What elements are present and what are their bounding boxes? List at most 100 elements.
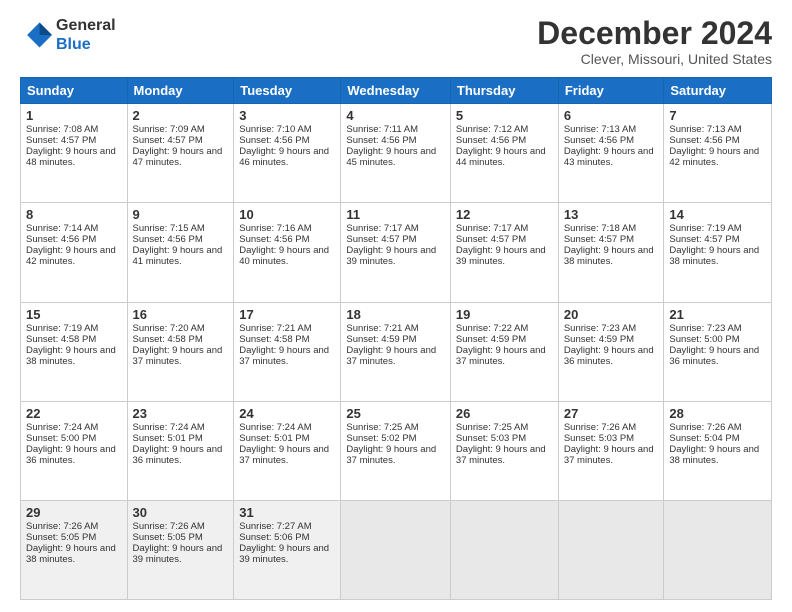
sunset-text: Sunset: 5:00 PM xyxy=(26,433,96,444)
week-row-3: 15Sunrise: 7:19 AMSunset: 4:58 PMDayligh… xyxy=(21,302,772,401)
daylight-text: Daylight: 9 hours and 39 minutes. xyxy=(456,245,546,267)
day-cell: 28Sunrise: 7:26 AMSunset: 5:04 PMDayligh… xyxy=(664,401,772,500)
day-number: 8 xyxy=(26,207,122,222)
day-cell: 13Sunrise: 7:18 AMSunset: 4:57 PMDayligh… xyxy=(558,203,664,302)
weekday-header-row: SundayMondayTuesdayWednesdayThursdayFrid… xyxy=(21,78,772,104)
sunrise-text: Sunrise: 7:24 AM xyxy=(133,422,205,433)
daylight-text: Daylight: 9 hours and 37 minutes. xyxy=(239,444,329,466)
daylight-text: Daylight: 9 hours and 37 minutes. xyxy=(564,444,654,466)
day-number: 4 xyxy=(346,108,445,123)
sunset-text: Sunset: 4:57 PM xyxy=(564,234,634,245)
daylight-text: Daylight: 9 hours and 43 minutes. xyxy=(564,146,654,168)
sunrise-text: Sunrise: 7:24 AM xyxy=(26,422,98,433)
sunrise-text: Sunrise: 7:23 AM xyxy=(669,323,741,334)
day-number: 10 xyxy=(239,207,335,222)
day-number: 25 xyxy=(346,406,445,421)
day-number: 15 xyxy=(26,307,122,322)
sunrise-text: Sunrise: 7:12 AM xyxy=(456,124,528,135)
sunset-text: Sunset: 4:59 PM xyxy=(346,334,416,345)
sunset-text: Sunset: 4:56 PM xyxy=(669,135,739,146)
day-cell: 11Sunrise: 7:17 AMSunset: 4:57 PMDayligh… xyxy=(341,203,451,302)
sunset-text: Sunset: 4:56 PM xyxy=(239,234,309,245)
day-cell xyxy=(558,500,664,599)
day-number: 27 xyxy=(564,406,659,421)
daylight-text: Daylight: 9 hours and 48 minutes. xyxy=(26,146,116,168)
day-cell: 23Sunrise: 7:24 AMSunset: 5:01 PMDayligh… xyxy=(127,401,234,500)
sunset-text: Sunset: 4:59 PM xyxy=(564,334,634,345)
daylight-text: Daylight: 9 hours and 38 minutes. xyxy=(26,345,116,367)
sunrise-text: Sunrise: 7:26 AM xyxy=(133,521,205,532)
day-number: 16 xyxy=(133,307,229,322)
sunset-text: Sunset: 4:57 PM xyxy=(346,234,416,245)
daylight-text: Daylight: 9 hours and 42 minutes. xyxy=(669,146,759,168)
daylight-text: Daylight: 9 hours and 38 minutes. xyxy=(669,245,759,267)
sunrise-text: Sunrise: 7:26 AM xyxy=(669,422,741,433)
daylight-text: Daylight: 9 hours and 37 minutes. xyxy=(346,444,436,466)
sunrise-text: Sunrise: 7:13 AM xyxy=(564,124,636,135)
day-cell: 14Sunrise: 7:19 AMSunset: 4:57 PMDayligh… xyxy=(664,203,772,302)
sunrise-text: Sunrise: 7:23 AM xyxy=(564,323,636,334)
day-number: 12 xyxy=(456,207,553,222)
sunrise-text: Sunrise: 7:08 AM xyxy=(26,124,98,135)
calendar-table: SundayMondayTuesdayWednesdayThursdayFrid… xyxy=(20,77,772,600)
daylight-text: Daylight: 9 hours and 37 minutes. xyxy=(456,345,546,367)
sunrise-text: Sunrise: 7:18 AM xyxy=(564,223,636,234)
day-cell: 16Sunrise: 7:20 AMSunset: 4:58 PMDayligh… xyxy=(127,302,234,401)
day-cell: 21Sunrise: 7:23 AMSunset: 5:00 PMDayligh… xyxy=(664,302,772,401)
sunrise-text: Sunrise: 7:17 AM xyxy=(346,223,418,234)
day-cell: 22Sunrise: 7:24 AMSunset: 5:00 PMDayligh… xyxy=(21,401,128,500)
day-number: 9 xyxy=(133,207,229,222)
day-number: 17 xyxy=(239,307,335,322)
day-number: 14 xyxy=(669,207,766,222)
day-cell: 6Sunrise: 7:13 AMSunset: 4:56 PMDaylight… xyxy=(558,104,664,203)
sunset-text: Sunset: 4:57 PM xyxy=(669,234,739,245)
sunrise-text: Sunrise: 7:15 AM xyxy=(133,223,205,234)
daylight-text: Daylight: 9 hours and 39 minutes. xyxy=(346,245,436,267)
day-cell xyxy=(664,500,772,599)
day-cell: 19Sunrise: 7:22 AMSunset: 4:59 PMDayligh… xyxy=(450,302,558,401)
day-cell xyxy=(341,500,451,599)
sunrise-text: Sunrise: 7:09 AM xyxy=(133,124,205,135)
daylight-text: Daylight: 9 hours and 45 minutes. xyxy=(346,146,436,168)
sunset-text: Sunset: 5:01 PM xyxy=(133,433,203,444)
sunset-text: Sunset: 4:58 PM xyxy=(239,334,309,345)
daylight-text: Daylight: 9 hours and 36 minutes. xyxy=(26,444,116,466)
daylight-text: Daylight: 9 hours and 36 minutes. xyxy=(133,444,223,466)
sunrise-text: Sunrise: 7:21 AM xyxy=(239,323,311,334)
day-number: 30 xyxy=(133,505,229,520)
daylight-text: Daylight: 9 hours and 36 minutes. xyxy=(564,345,654,367)
weekday-header-saturday: Saturday xyxy=(664,78,772,104)
sunrise-text: Sunrise: 7:24 AM xyxy=(239,422,311,433)
day-number: 5 xyxy=(456,108,553,123)
daylight-text: Daylight: 9 hours and 36 minutes. xyxy=(669,345,759,367)
daylight-text: Daylight: 9 hours and 39 minutes. xyxy=(133,543,223,565)
logo-icon xyxy=(20,19,52,51)
day-number: 29 xyxy=(26,505,122,520)
day-cell: 12Sunrise: 7:17 AMSunset: 4:57 PMDayligh… xyxy=(450,203,558,302)
daylight-text: Daylight: 9 hours and 47 minutes. xyxy=(133,146,223,168)
sunrise-text: Sunrise: 7:26 AM xyxy=(564,422,636,433)
weekday-header-tuesday: Tuesday xyxy=(234,78,341,104)
month-title: December 2024 xyxy=(537,16,772,51)
day-cell: 26Sunrise: 7:25 AMSunset: 5:03 PMDayligh… xyxy=(450,401,558,500)
sunrise-text: Sunrise: 7:13 AM xyxy=(669,124,741,135)
sunrise-text: Sunrise: 7:20 AM xyxy=(133,323,205,334)
daylight-text: Daylight: 9 hours and 37 minutes. xyxy=(346,345,436,367)
sunrise-text: Sunrise: 7:21 AM xyxy=(346,323,418,334)
week-row-2: 8Sunrise: 7:14 AMSunset: 4:56 PMDaylight… xyxy=(21,203,772,302)
sunrise-text: Sunrise: 7:26 AM xyxy=(26,521,98,532)
day-number: 6 xyxy=(564,108,659,123)
day-number: 1 xyxy=(26,108,122,123)
daylight-text: Daylight: 9 hours and 38 minutes. xyxy=(669,444,759,466)
sunset-text: Sunset: 4:56 PM xyxy=(346,135,416,146)
day-cell: 24Sunrise: 7:24 AMSunset: 5:01 PMDayligh… xyxy=(234,401,341,500)
day-number: 20 xyxy=(564,307,659,322)
weekday-header-wednesday: Wednesday xyxy=(341,78,451,104)
sunrise-text: Sunrise: 7:19 AM xyxy=(669,223,741,234)
sunrise-text: Sunrise: 7:17 AM xyxy=(456,223,528,234)
day-number: 11 xyxy=(346,207,445,222)
sunset-text: Sunset: 5:04 PM xyxy=(669,433,739,444)
day-number: 19 xyxy=(456,307,553,322)
daylight-text: Daylight: 9 hours and 37 minutes. xyxy=(456,444,546,466)
day-number: 24 xyxy=(239,406,335,421)
